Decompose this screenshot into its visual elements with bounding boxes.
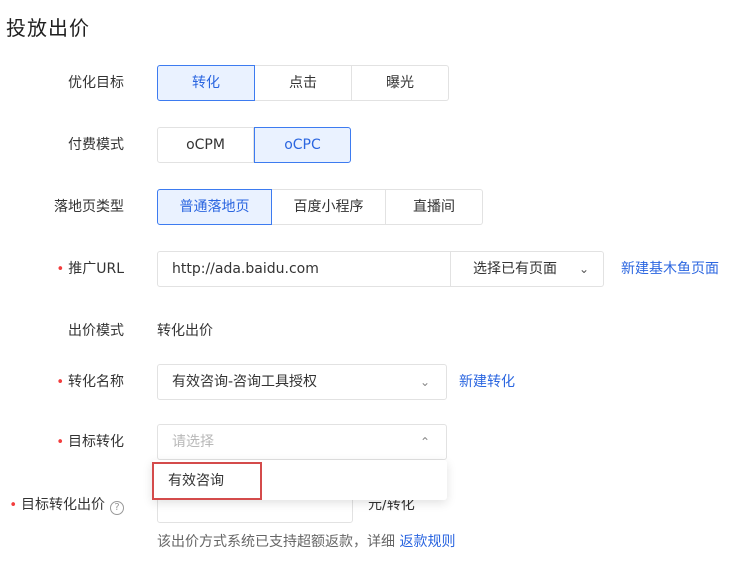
page-title: 投放出价 (6, 16, 90, 40)
landing-page-type-segmented: 普通落地页 百度小程序 直播间 (157, 189, 483, 225)
target-conversion-row: • 目标转化 请选择 ⌃ (0, 424, 751, 460)
target-conversion-select[interactable]: 请选择 ⌃ (157, 424, 447, 460)
option-baidu-mini-program[interactable]: 百度小程序 (272, 189, 386, 225)
billing-mode-label: 付费模式 (68, 137, 124, 153)
optimization-goal-label: 优化目标 (68, 75, 124, 91)
target-conversion-dropdown-menu: 有效咨询 (152, 460, 447, 500)
bid-mode-value: 转化出价 (157, 323, 213, 339)
billing-mode-row: 付费模式 oCPM oCPC (0, 127, 751, 163)
refund-rules-link[interactable]: 返款规则 (399, 534, 455, 550)
required-mark: • (56, 262, 65, 277)
option-impression[interactable]: 曝光 (352, 65, 449, 101)
conversion-name-value: 有效咨询-咨询工具授权 (172, 374, 318, 390)
promo-url-label: • 推广URL (56, 261, 124, 277)
bid-mode-row: 出价模式 转化出价 (0, 313, 751, 349)
chevron-down-icon: ⌄ (578, 262, 589, 276)
option-ocpc[interactable]: oCPC (254, 127, 351, 163)
option-ocpm[interactable]: oCPM (157, 127, 254, 163)
promo-url-input[interactable]: http://ada.baidu.com (157, 251, 451, 287)
refund-hint: 该出价方式系统已支持超额返款，详细 返款规则 (157, 534, 456, 550)
new-conversion-link[interactable]: 新建转化 (459, 364, 515, 400)
promo-url-row: • 推广URL http://ada.baidu.com 选择已有页面 ⌄ 新建基… (0, 251, 751, 287)
required-mark: • (56, 435, 64, 450)
target-conversion-label: • 目标转化 (56, 434, 124, 450)
option-live-room[interactable]: 直播间 (386, 189, 483, 225)
required-mark: • (56, 375, 64, 390)
option-conversion[interactable]: 转化 (157, 65, 255, 101)
option-normal-landing-page[interactable]: 普通落地页 (157, 189, 272, 225)
optimization-goal-row: 优化目标 转化 点击 曝光 (0, 65, 751, 101)
select-existing-page-dropdown[interactable]: 选择已有页面 ⌄ (451, 251, 604, 287)
landing-page-type-row: 落地页类型 普通落地页 百度小程序 直播间 (0, 189, 751, 225)
bid-mode-label: 出价模式 (68, 323, 124, 339)
new-jimuyu-page-link[interactable]: 新建基木鱼页面 (621, 251, 719, 287)
chevron-up-icon: ⌃ (419, 435, 430, 449)
required-mark: • (9, 498, 17, 513)
dropdown-option-effective-consult[interactable]: 有效咨询 (152, 462, 262, 500)
billing-mode-segmented: oCPM oCPC (157, 127, 351, 163)
optimization-goal-segmented: 转化 点击 曝光 (157, 65, 449, 101)
conversion-name-row: • 转化名称 有效咨询-咨询工具授权 ⌄ 新建转化 (0, 364, 751, 400)
option-click[interactable]: 点击 (255, 65, 352, 101)
target-conversion-placeholder: 请选择 (172, 434, 214, 450)
conversion-name-select[interactable]: 有效咨询-咨询工具授权 ⌄ (157, 364, 447, 400)
landing-page-type-label: 落地页类型 (54, 199, 124, 215)
conversion-name-label: • 转化名称 (56, 374, 124, 390)
target-bid-label: • 目标转化出价? (9, 487, 124, 523)
question-circle-icon[interactable]: ? (110, 501, 124, 515)
select-existing-page-label: 选择已有页面 (473, 261, 557, 277)
chevron-down-icon: ⌄ (419, 375, 430, 389)
